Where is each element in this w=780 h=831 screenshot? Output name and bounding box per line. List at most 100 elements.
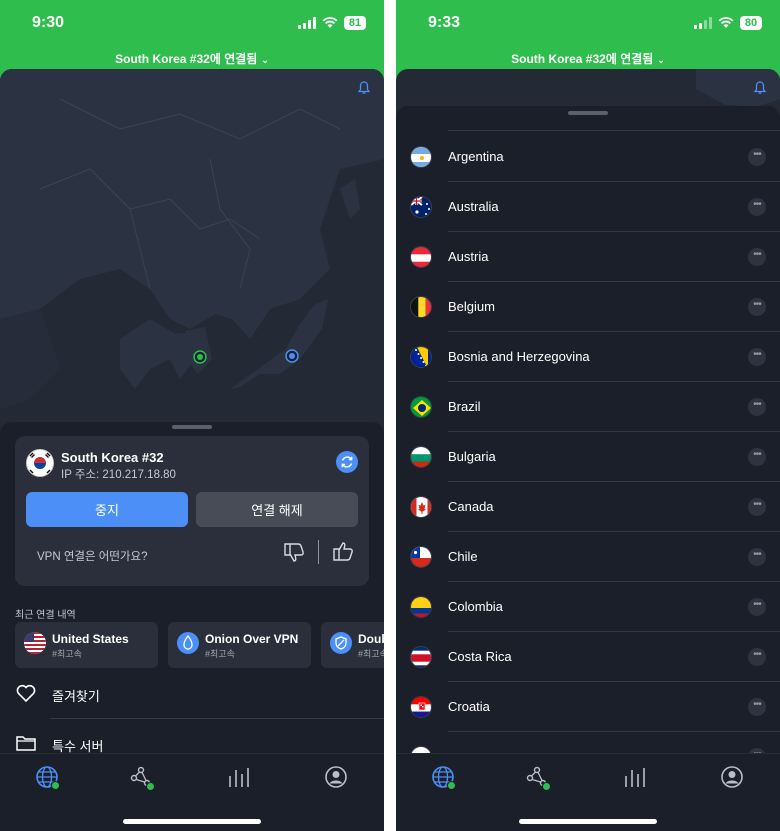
wifi-icon	[718, 17, 734, 28]
tab-meshnet[interactable]	[128, 764, 156, 792]
tab-globe[interactable]	[430, 764, 458, 792]
recent-item-united-states[interactable]: United States #최고속	[15, 622, 158, 668]
recent-item-tag: #최고속	[52, 649, 82, 659]
home-indicator[interactable]	[123, 819, 261, 824]
belgium-flag-icon	[410, 296, 432, 318]
more-options-icon[interactable]: •••	[748, 148, 766, 166]
more-options-icon[interactable]: •••	[748, 448, 766, 466]
country-list: Argentina ••• Australia ••• Austria ••• …	[396, 132, 780, 782]
status-time: 9:33	[428, 14, 461, 31]
connection-status-text: South Korea #32에 연결됨	[511, 52, 654, 66]
map-landmass	[0, 69, 384, 409]
feedback-prompt: VPN 연결은 어떤가요?	[37, 551, 148, 563]
more-options-icon[interactable]: •••	[748, 498, 766, 516]
bell-icon[interactable]	[754, 81, 766, 95]
chevron-down-icon: ⌄	[657, 55, 665, 65]
country-row-costa-rica[interactable]: Costa Rica •••	[396, 632, 780, 682]
australia-flag-icon	[410, 196, 432, 218]
country-row-canada[interactable]: Canada •••	[396, 482, 780, 532]
country-row-australia[interactable]: Australia •••	[396, 182, 780, 232]
country-row-belgium[interactable]: Belgium •••	[396, 282, 780, 332]
recent-item-onion-over-vpn[interactable]: Onion Over VPN #최고속	[168, 622, 311, 668]
country-name: Croatia	[448, 699, 490, 714]
more-options-icon[interactable]: •••	[748, 398, 766, 416]
argentina-flag-icon	[410, 146, 432, 168]
tab-stats[interactable]	[623, 764, 651, 792]
country-row-bulgaria[interactable]: Bulgaria •••	[396, 432, 780, 482]
country-name: Bulgaria	[448, 449, 496, 464]
country-row-argentina[interactable]: Argentina •••	[396, 132, 780, 182]
more-options-icon[interactable]: •••	[748, 348, 766, 366]
chile-flag-icon	[410, 546, 432, 568]
more-options-icon[interactable]: •••	[748, 598, 766, 616]
thumbs-down-icon[interactable]	[282, 540, 306, 564]
onion-icon	[177, 632, 199, 654]
austria-flag-icon	[410, 246, 432, 268]
country-name: Brazil	[448, 399, 481, 414]
recent-item-double-vpn[interactable]: Doub #최고속	[321, 622, 384, 668]
thumbs-up-icon[interactable]	[331, 540, 355, 564]
connection-status-dropdown[interactable]: South Korea #32에 연결됨 ⌄	[396, 50, 780, 67]
connection-status-text: South Korea #32에 연결됨	[115, 52, 258, 66]
tab-stats[interactable]	[227, 764, 255, 792]
more-options-icon[interactable]: •••	[748, 298, 766, 316]
costa-rica-flag-icon	[410, 646, 432, 668]
bell-icon[interactable]	[358, 81, 370, 95]
more-options-icon[interactable]: •••	[748, 548, 766, 566]
stop-button[interactable]: 중지	[26, 492, 188, 527]
system-icons: 81	[298, 16, 366, 30]
country-row-brazil[interactable]: Brazil •••	[396, 382, 780, 432]
tab-bar	[396, 753, 780, 831]
tab-profile[interactable]	[323, 764, 351, 792]
more-options-icon[interactable]: •••	[748, 698, 766, 716]
country-name: Canada	[448, 499, 494, 514]
menu-divider	[50, 718, 384, 719]
more-options-icon[interactable]: •••	[748, 248, 766, 266]
country-row-croatia[interactable]: Croatia •••	[396, 682, 780, 732]
stats-icon	[625, 768, 645, 787]
brazil-flag-icon	[410, 396, 432, 418]
connected-indicator	[447, 781, 456, 790]
feedback-divider	[318, 540, 319, 564]
more-options-icon[interactable]: •••	[748, 198, 766, 216]
menu-item-label: 즐겨찾기	[52, 689, 100, 704]
chevron-down-icon: ⌄	[261, 55, 269, 65]
country-row-bosnia-and-herzegovina[interactable]: Bosnia and Herzegovina •••	[396, 332, 780, 382]
south-korea-flag-icon	[26, 449, 54, 477]
feedback-buttons	[282, 540, 355, 564]
server-name: South Korea #32	[61, 450, 164, 465]
meshnet-active-indicator	[146, 782, 155, 791]
profile-icon	[325, 766, 347, 788]
country-row-austria[interactable]: Austria •••	[396, 232, 780, 282]
connected-indicator	[51, 781, 60, 790]
home-indicator[interactable]	[519, 819, 657, 824]
recent-connections-label: 최근 연결 내역	[15, 610, 76, 621]
menu-item-favorites[interactable]: 즐겨찾기	[15, 680, 384, 710]
tab-meshnet[interactable]	[524, 764, 552, 792]
more-options-icon[interactable]: •••	[748, 648, 766, 666]
country-row-colombia[interactable]: Colombia •••	[396, 582, 780, 632]
system-icons: 80	[694, 16, 762, 30]
tab-globe[interactable]	[34, 764, 62, 792]
country-row-chile[interactable]: Chile •••	[396, 532, 780, 582]
sheet-drag-handle[interactable]	[172, 425, 212, 429]
status-time: 9:30	[32, 14, 65, 31]
canada-flag-icon	[410, 496, 432, 518]
refresh-icon[interactable]	[336, 451, 358, 473]
phone-screen-country-list: 9:33 80 South Korea #32에 연결됨 ⌄ Argentina …	[396, 0, 780, 831]
sheet-drag-handle[interactable]	[568, 111, 608, 115]
stats-icon	[229, 768, 249, 787]
country-list-sheet: Argentina ••• Australia ••• Austria ••• …	[396, 106, 780, 831]
croatia-flag-icon	[410, 696, 432, 718]
double-vpn-icon	[330, 632, 352, 654]
connection-status-dropdown[interactable]: South Korea #32에 연결됨 ⌄	[0, 50, 384, 67]
disconnect-button[interactable]: 연결 해제	[196, 492, 358, 527]
cellular-signal-icon	[298, 17, 316, 29]
country-name: Bosnia and Herzegovina	[448, 349, 590, 364]
list-top-divider	[448, 130, 780, 131]
wifi-icon	[322, 17, 338, 28]
colombia-flag-icon	[410, 596, 432, 618]
tab-profile[interactable]	[719, 764, 747, 792]
country-name: Chile	[448, 549, 478, 564]
tab-bar	[0, 753, 384, 831]
